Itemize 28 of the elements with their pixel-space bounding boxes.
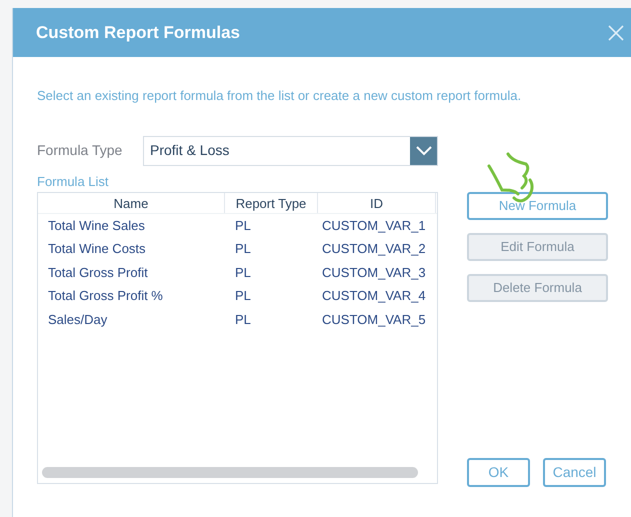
- window-title: Custom Report Formulas: [36, 22, 240, 44]
- formula-type-select[interactable]: Profit & Loss: [143, 136, 438, 166]
- table-cell-text: Total Gross Profit: [47, 264, 149, 282]
- instruction-text: Select an existing report formula from the list or create a new custom report formula.: [37, 87, 522, 105]
- table-cell-text: PL: [234, 287, 252, 305]
- table-cell-text: PL: [234, 310, 252, 328]
- table-cell-text: PL: [234, 240, 252, 258]
- table-cell-text: PL: [234, 216, 252, 234]
- table-cell-text: Sales/Day: [47, 310, 108, 329]
- table-row[interactable]: Sales/Day PL CUSTOM_VAR_5: [38, 308, 437, 331]
- table-cell-text: CUSTOM_VAR_2: [321, 240, 427, 258]
- list-label: Formula List: [37, 172, 110, 190]
- column-header[interactable]: ID: [318, 192, 436, 212]
- table-row[interactable]: Total Gross Profit PL CUSTOM_VAR_3: [38, 260, 437, 284]
- table-cell-text: Total Wine Sales: [47, 216, 146, 234]
- column-header[interactable]: Name: [38, 192, 225, 212]
- table-cell-text: CUSTOM_VAR_4: [321, 287, 427, 305]
- table-row[interactable]: Total Gross Profit % PL CUSTOM_VAR_4: [38, 284, 437, 308]
- table-row[interactable]: Total Wine Costs PL CUSTOM_VAR_2: [38, 237, 437, 260]
- table-cell-text: Total Gross Profit %: [47, 287, 164, 305]
- table-row[interactable]: Total Wine Sales PL CUSTOM_VAR_1: [38, 214, 437, 237]
- table-cell-text: CUSTOM_VAR_3: [321, 264, 427, 282]
- table-cell-text: PL: [234, 264, 252, 282]
- table-cell-text: CUSTOM_VAR_1: [321, 216, 427, 235]
- column-header[interactable]: Report Type: [225, 192, 318, 212]
- field-label: Formula Type: [37, 141, 124, 160]
- table-cell-text: Total Wine Costs: [47, 240, 147, 258]
- table-cell-text: CUSTOM_VAR_5: [321, 310, 427, 329]
